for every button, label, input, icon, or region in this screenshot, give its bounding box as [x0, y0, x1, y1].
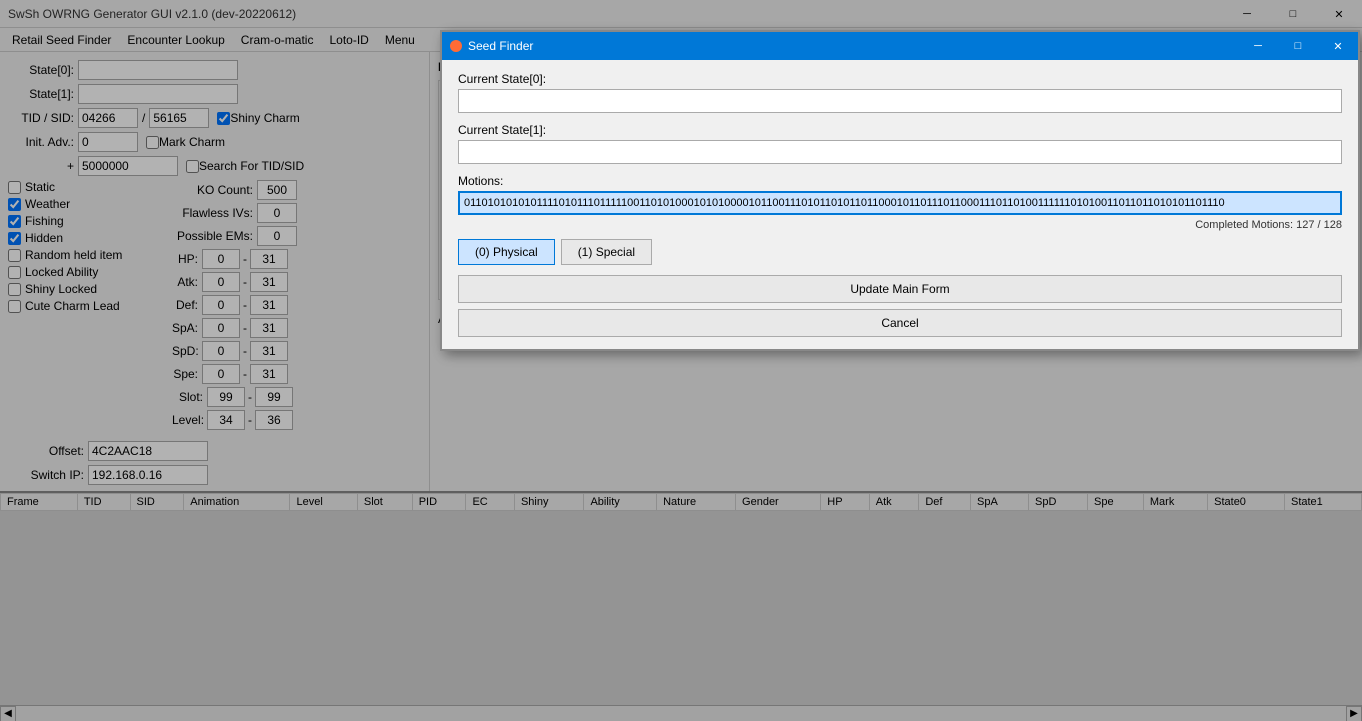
- modal-state0-label: Current State[0]:: [458, 72, 1342, 86]
- modal-title-dot: [450, 40, 462, 52]
- modal-close-button[interactable]: ✕: [1318, 32, 1358, 60]
- modal-title-bar: Seed Finder ─ □ ✕: [442, 32, 1358, 60]
- modal-type-buttons: (0) Physical (1) Special: [458, 239, 1342, 265]
- modal-state1-input[interactable]: [458, 140, 1342, 164]
- seed-finder-modal: Seed Finder ─ □ ✕ Current State[0]: Curr…: [440, 30, 1360, 351]
- modal-motions-label: Motions:: [458, 174, 1342, 188]
- modal-motions-input[interactable]: [458, 191, 1342, 215]
- modal-maximize-button[interactable]: □: [1278, 32, 1318, 60]
- modal-overlay: Seed Finder ─ □ ✕ Current State[0]: Curr…: [0, 0, 1362, 721]
- modal-cancel-button[interactable]: Cancel: [458, 309, 1342, 337]
- modal-body: Current State[0]: Current State[1]: Moti…: [442, 60, 1358, 349]
- modal-completed-text: Completed Motions: 127 / 128: [458, 219, 1342, 231]
- modal-physical-button[interactable]: (0) Physical: [458, 239, 555, 265]
- modal-minimize-button[interactable]: ─: [1238, 32, 1278, 60]
- modal-state1-label: Current State[1]:: [458, 123, 1342, 137]
- modal-update-main-form-button[interactable]: Update Main Form: [458, 275, 1342, 303]
- modal-special-button[interactable]: (1) Special: [561, 239, 652, 265]
- app-window: SwSh OWRNG Generator GUI v2.1.0 (dev-202…: [0, 0, 1362, 721]
- modal-controls: ─ □ ✕: [1238, 32, 1358, 60]
- modal-state0-input[interactable]: [458, 89, 1342, 113]
- modal-title: Seed Finder: [468, 39, 533, 53]
